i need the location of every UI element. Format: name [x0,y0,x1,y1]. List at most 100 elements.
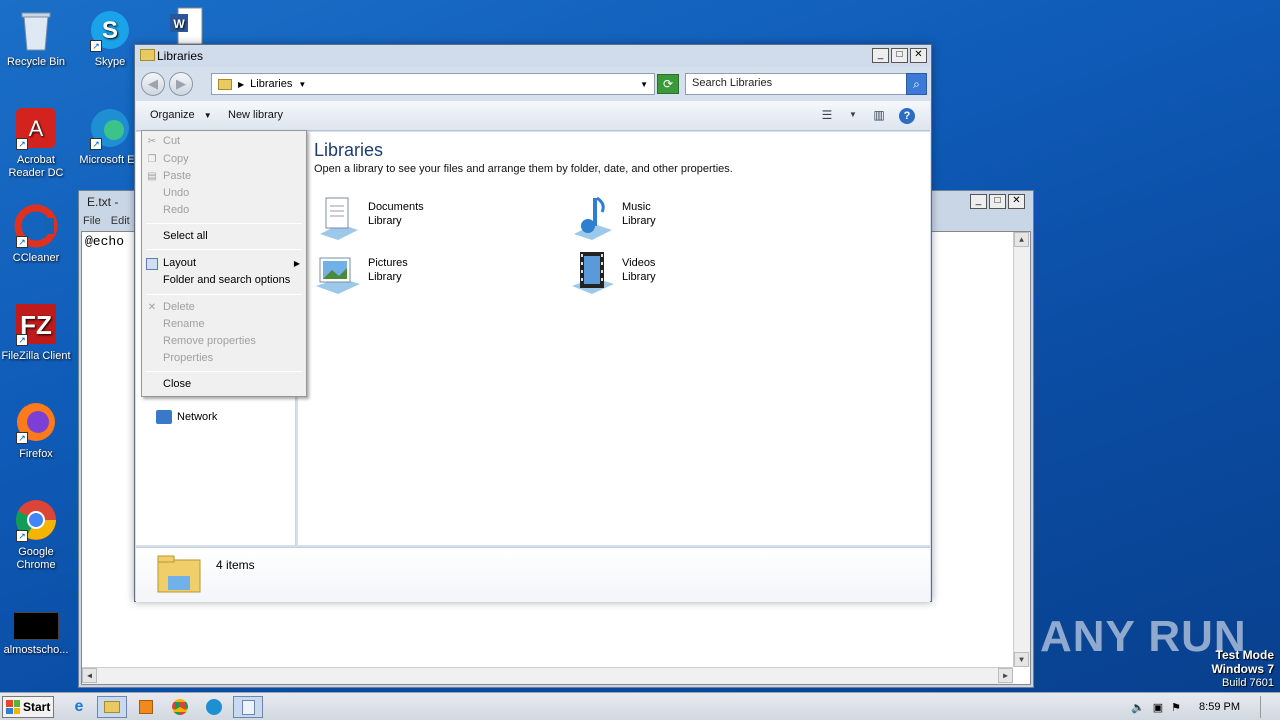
title-bar[interactable]: Libraries _ □ ✕ [135,45,931,67]
library-item-documents[interactable]: Documents Library [314,194,424,240]
nav-item-network[interactable]: Network [156,410,217,424]
address-text[interactable]: Libraries [250,78,292,90]
svg-text:S: S [102,17,118,44]
item-count: 4 items [216,558,255,572]
menu-item-delete[interactable]: ✕ Delete [142,299,306,316]
paste-icon: ▤ [147,171,157,182]
library-type: Library [368,215,402,227]
view-options-icon[interactable]: ☰ [818,107,836,123]
desktop-icon-label: almostscho... [3,644,69,656]
scroll-left-icon[interactable]: ◀ [82,668,97,683]
library-item-videos[interactable]: Videos Library [568,250,656,296]
taskbar-chrome[interactable] [165,696,195,718]
minimize-button[interactable]: _ [872,48,889,63]
shortcut-arrow-icon: ↗ [16,530,28,542]
maximize-button[interactable]: □ [989,194,1006,209]
close-button[interactable]: ✕ [1008,194,1025,209]
taskbar: Start e 🔈 ▣ ⚑ 8:59 PM [0,692,1280,720]
filezilla-icon: FZ ↗ [14,302,58,346]
desktop-icon-filezilla[interactable]: FZ ↗ FileZilla Client [0,302,72,363]
ie-icon: e [74,698,84,715]
library-type: Library [622,271,656,283]
menu-item-properties[interactable]: Properties [142,350,306,367]
menu-edit[interactable]: Edit [111,215,130,227]
address-bar[interactable]: ▶ Libraries ▼ ▼ [211,73,655,95]
cut-icon: ✂ [147,136,157,147]
menu-item-paste[interactable]: ▤ Paste [142,168,306,185]
details-pane: 4 items [136,547,930,602]
desktop-icon-chrome[interactable]: ↗ Google Chrome [0,498,72,572]
music-library-icon [568,194,614,240]
menu-item-undo[interactable]: Undo [142,185,306,202]
taskbar-explorer[interactable] [97,696,127,718]
scroll-down-icon[interactable]: ▼ [1014,652,1029,667]
close-button[interactable]: ✕ [910,48,927,63]
scroll-right-icon[interactable]: ▶ [998,668,1013,683]
search-input[interactable]: Search Libraries [685,73,907,95]
delete-icon: ✕ [147,302,157,313]
menu-item-copy[interactable]: ❐ Copy [142,151,306,168]
nav-item-label: Network [177,411,218,423]
menu-item-label: Undo [163,187,190,199]
edge-icon: ↗ [88,106,132,150]
library-item-pictures[interactable]: Pictures Library [314,250,408,296]
address-dropdown-icon[interactable]: ▼ [640,80,648,89]
taskbar-edge[interactable] [199,696,229,718]
folder-icon [140,49,155,61]
vertical-scrollbar[interactable]: ▲ ▼ [1013,232,1030,667]
refresh-button[interactable]: ⟳ [657,74,679,94]
preview-pane-icon[interactable]: ▥ [870,107,888,123]
new-library-button[interactable]: New library [228,109,283,121]
chevron-down-icon[interactable]: ▼ [298,80,306,89]
menu-item-label: Rename [163,318,205,330]
volume-icon[interactable]: 🔈 [1131,701,1145,714]
menu-file[interactable]: File [83,215,101,227]
taskbar-notepad[interactable] [233,696,263,718]
menu-item-rename[interactable]: Rename [142,316,306,333]
menu-item-label: Folder and search options [163,274,291,286]
minimize-button[interactable]: _ [970,194,987,209]
notepad-icon [241,699,255,715]
libraries-folder-icon [156,552,202,596]
desktop-icon-label: Firefox [19,448,53,460]
menu-item-select-all[interactable]: Select all [142,228,306,245]
show-desktop-button[interactable] [1260,696,1270,718]
scroll-up-icon[interactable]: ▲ [1014,232,1029,247]
menu-item-redo[interactable]: Redo [142,202,306,219]
firefox-icon: ↗ [14,400,58,444]
copy-icon: ❐ [147,154,157,165]
desktop-icon-acrobat[interactable]: A ↗ Acrobat Reader DC [0,106,72,180]
network-tray-icon[interactable]: ▣ [1153,701,1163,714]
search-icon[interactable]: ⌕ [906,73,927,95]
menu-item-remove-properties[interactable]: Remove properties [142,333,306,350]
maximize-button[interactable]: □ [891,48,908,63]
library-name: Videos [622,257,656,269]
clock[interactable]: 8:59 PM [1199,701,1240,713]
horizontal-scrollbar[interactable]: ◀ ▶ [82,667,1013,684]
start-button[interactable]: Start [2,696,54,718]
organize-button[interactable]: Organize ▼ [150,109,212,121]
desktop-icon-ccleaner[interactable]: ↗ CCleaner [0,204,72,265]
command-bar: Organize ▼ New library ☰ ▼ ▥ ? [136,101,930,131]
menu-item-layout[interactable]: Layout ▶ [142,255,306,272]
chevron-down-icon[interactable]: ▼ [844,107,862,123]
desktop-icon-file[interactable]: almostscho... [0,612,72,657]
back-button[interactable]: ◀ [141,72,165,96]
os-version-line: Windows 7 [1211,662,1274,676]
acrobat-icon: A ↗ [14,106,58,150]
skype-icon: S ↗ [88,8,132,52]
action-center-flag-icon[interactable]: ⚑ [1171,701,1181,714]
menu-item-cut[interactable]: ✂ Cut [142,133,306,150]
taskbar-ie[interactable]: e [64,696,94,718]
shortcut-arrow-icon: ↗ [90,40,102,52]
menu-item-folder-options[interactable]: Folder and search options [142,272,306,289]
help-icon[interactable]: ? [899,108,915,124]
desktop-icon-recycle-bin[interactable]: Recycle Bin [0,8,72,69]
forward-button[interactable]: ▶ [169,72,193,96]
desktop-icon-firefox[interactable]: ↗ Firefox [0,400,72,461]
taskbar-media-player[interactable] [131,696,161,718]
chevron-right-icon[interactable]: ▶ [238,80,244,89]
library-item-music[interactable]: Music Library [568,194,656,240]
network-icon [156,410,172,424]
menu-item-close[interactable]: Close [142,376,306,393]
